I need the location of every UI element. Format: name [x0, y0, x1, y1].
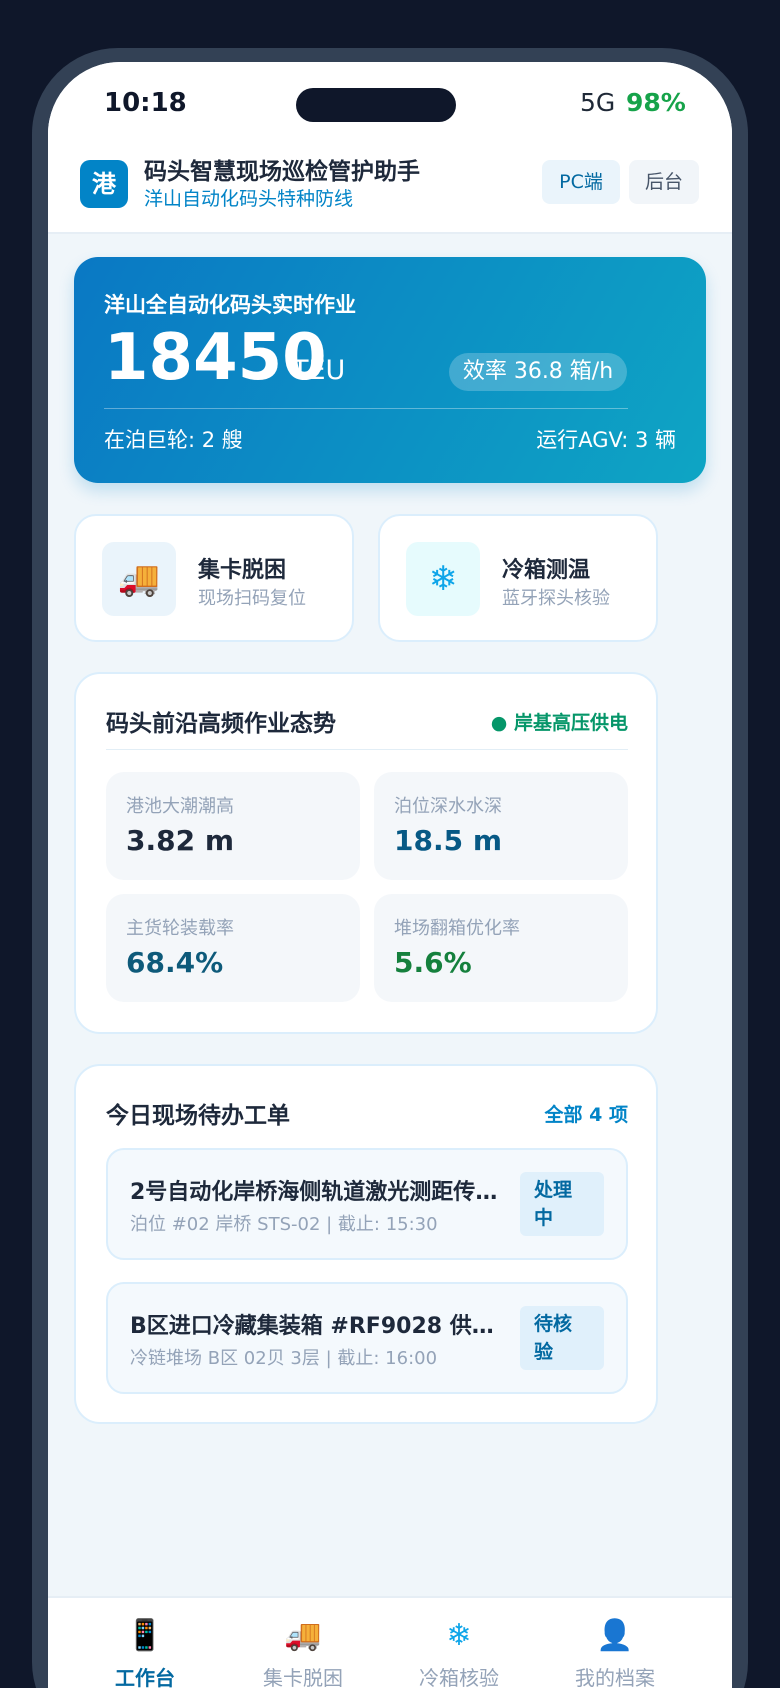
truck-icon: 🚚 — [284, 1618, 322, 1653]
panel-title: 码头前沿高频作业态势 — [106, 711, 336, 737]
pc-button[interactable]: PC端 — [542, 160, 620, 204]
stat-depth: 泊位深水水深 18.5 m — [374, 772, 628, 880]
battery-indicator: 98% — [626, 88, 686, 117]
quick-reefer-temp[interactable]: ❄ 冷箱测温 蓝牙探头核验 — [378, 514, 658, 642]
quick-title: 冷箱测温 — [502, 558, 591, 583]
hero-divider — [104, 408, 628, 409]
task-title: 2号自动化岸桥海侧轨道激光测距传感器校准 — [130, 1180, 510, 1205]
app-logo: 港 — [80, 160, 128, 208]
tab-truck-rescue[interactable]: 🚚 集卡脱困 — [228, 1616, 378, 1688]
view-all-link[interactable]: 全部 4 项 — [545, 1100, 628, 1127]
tab-label: 集卡脱困 — [263, 1666, 343, 1688]
dynamic-island — [296, 88, 456, 122]
tab-workbench[interactable]: 📱 工作台 — [70, 1616, 220, 1688]
task-status-badge: 待核验 — [520, 1306, 604, 1370]
admin-button[interactable]: 后台 — [629, 160, 699, 204]
task-title: B区进口冷藏集装箱 #RF9028 供电异常排查 — [130, 1314, 510, 1339]
todo-panel: 今日现场待办工单 全部 4 项 2号自动化岸桥海侧轨道激光测距传感器校准 泊位 … — [74, 1064, 658, 1424]
quick-truck-rescue[interactable]: 🚚 集卡脱困 现场扫码复位 — [74, 514, 354, 642]
hero-title: 洋山全自动化码头实时作业 — [104, 293, 356, 317]
stat-label: 港池大潮潮高 — [126, 796, 234, 817]
tab-label: 工作台 — [115, 1666, 175, 1688]
quick-subtitle: 蓝牙探头核验 — [502, 588, 610, 609]
stat-label: 泊位深水水深 — [394, 796, 502, 817]
operation-situation-panel: 码头前沿高频作业态势 ● 岸基高压供电 港池大潮潮高 3.82 m 泊位深水水深… — [74, 672, 658, 1034]
teu-unit: TEU — [292, 355, 346, 386]
phone-frame: 10:18 5G 98% 港 码头智慧现场巡检管护助手 洋山自动化码头特种防线 … — [32, 48, 748, 1688]
tab-reefer-check[interactable]: ❄ 冷箱核验 — [384, 1616, 534, 1688]
task-item[interactable]: B区进口冷藏集装箱 #RF9028 供电异常排查 冷链堆场 B区 02贝 3层 … — [106, 1282, 628, 1394]
task-meta: 泊位 #02 岸桥 STS-02 | 截止: 15:30 — [130, 1214, 438, 1235]
snowflake-icon: ❄ — [406, 542, 480, 616]
tab-label: 冷箱核验 — [419, 1666, 499, 1688]
task-meta: 冷链堆场 B区 02贝 3层 | 截止: 16:00 — [130, 1348, 438, 1369]
workbench-icon: 📱 — [126, 1618, 164, 1653]
stat-reshuffle-rate: 堆场翻箱优化率 5.6% — [374, 894, 628, 1002]
berth-count: 在泊巨轮: 2 艘 — [104, 428, 243, 452]
agv-count: 运行AGV: 3 辆 — [536, 428, 676, 452]
app-header: 港 码头智慧现场巡检管护助手 洋山自动化码头特种防线 PC端 后台 — [48, 142, 732, 234]
app-title: 码头智慧现场巡检管护助手 — [144, 159, 420, 185]
panel-title: 今日现场待办工单 — [106, 1103, 290, 1129]
status-time: 10:18 — [104, 88, 187, 118]
stat-value: 68.4% — [126, 946, 224, 979]
realtime-operation-card: 洋山全自动化码头实时作业 18450 TEU 效率 36.8 箱/h 在泊巨轮:… — [74, 257, 706, 483]
stat-value: 18.5 m — [394, 824, 503, 857]
app-subtitle: 洋山自动化码头特种防线 — [144, 188, 354, 210]
stat-load-rate: 主货轮装载率 68.4% — [106, 894, 360, 1002]
user-icon: 👤 — [596, 1618, 634, 1653]
stat-value: 3.82 m — [126, 824, 235, 857]
power-status-badge: ● 岸基高压供电 — [490, 712, 628, 734]
status-bar: 10:18 5G 98% — [48, 62, 732, 142]
stat-label: 主货轮装载率 — [126, 918, 234, 939]
app-screen: 10:18 5G 98% 港 码头智慧现场巡检管护助手 洋山自动化码头特种防线 … — [48, 62, 732, 1688]
snowflake-icon: ❄ — [446, 1618, 472, 1653]
efficiency-badge: 效率 36.8 箱/h — [449, 353, 627, 391]
network-indicator: 5G — [580, 88, 616, 117]
quick-title: 集卡脱困 — [198, 558, 287, 583]
stat-label: 堆场翻箱优化率 — [394, 918, 520, 939]
task-item[interactable]: 2号自动化岸桥海侧轨道激光测距传感器校准 泊位 #02 岸桥 STS-02 | … — [106, 1148, 628, 1260]
stat-value: 5.6% — [394, 946, 472, 979]
truck-icon: 🚚 — [102, 542, 176, 616]
divider — [106, 749, 628, 750]
tab-my-profile[interactable]: 👤 我的档案 — [540, 1616, 690, 1688]
task-status-badge: 处理中 — [520, 1172, 604, 1236]
tab-label: 我的档案 — [575, 1666, 655, 1688]
stat-tide: 港池大潮潮高 3.82 m — [106, 772, 360, 880]
bottom-tab-bar: 📱 工作台 🚚 集卡脱困 ❄ 冷箱核验 👤 我的档案 — [48, 1596, 732, 1688]
quick-subtitle: 现场扫码复位 — [198, 588, 306, 609]
